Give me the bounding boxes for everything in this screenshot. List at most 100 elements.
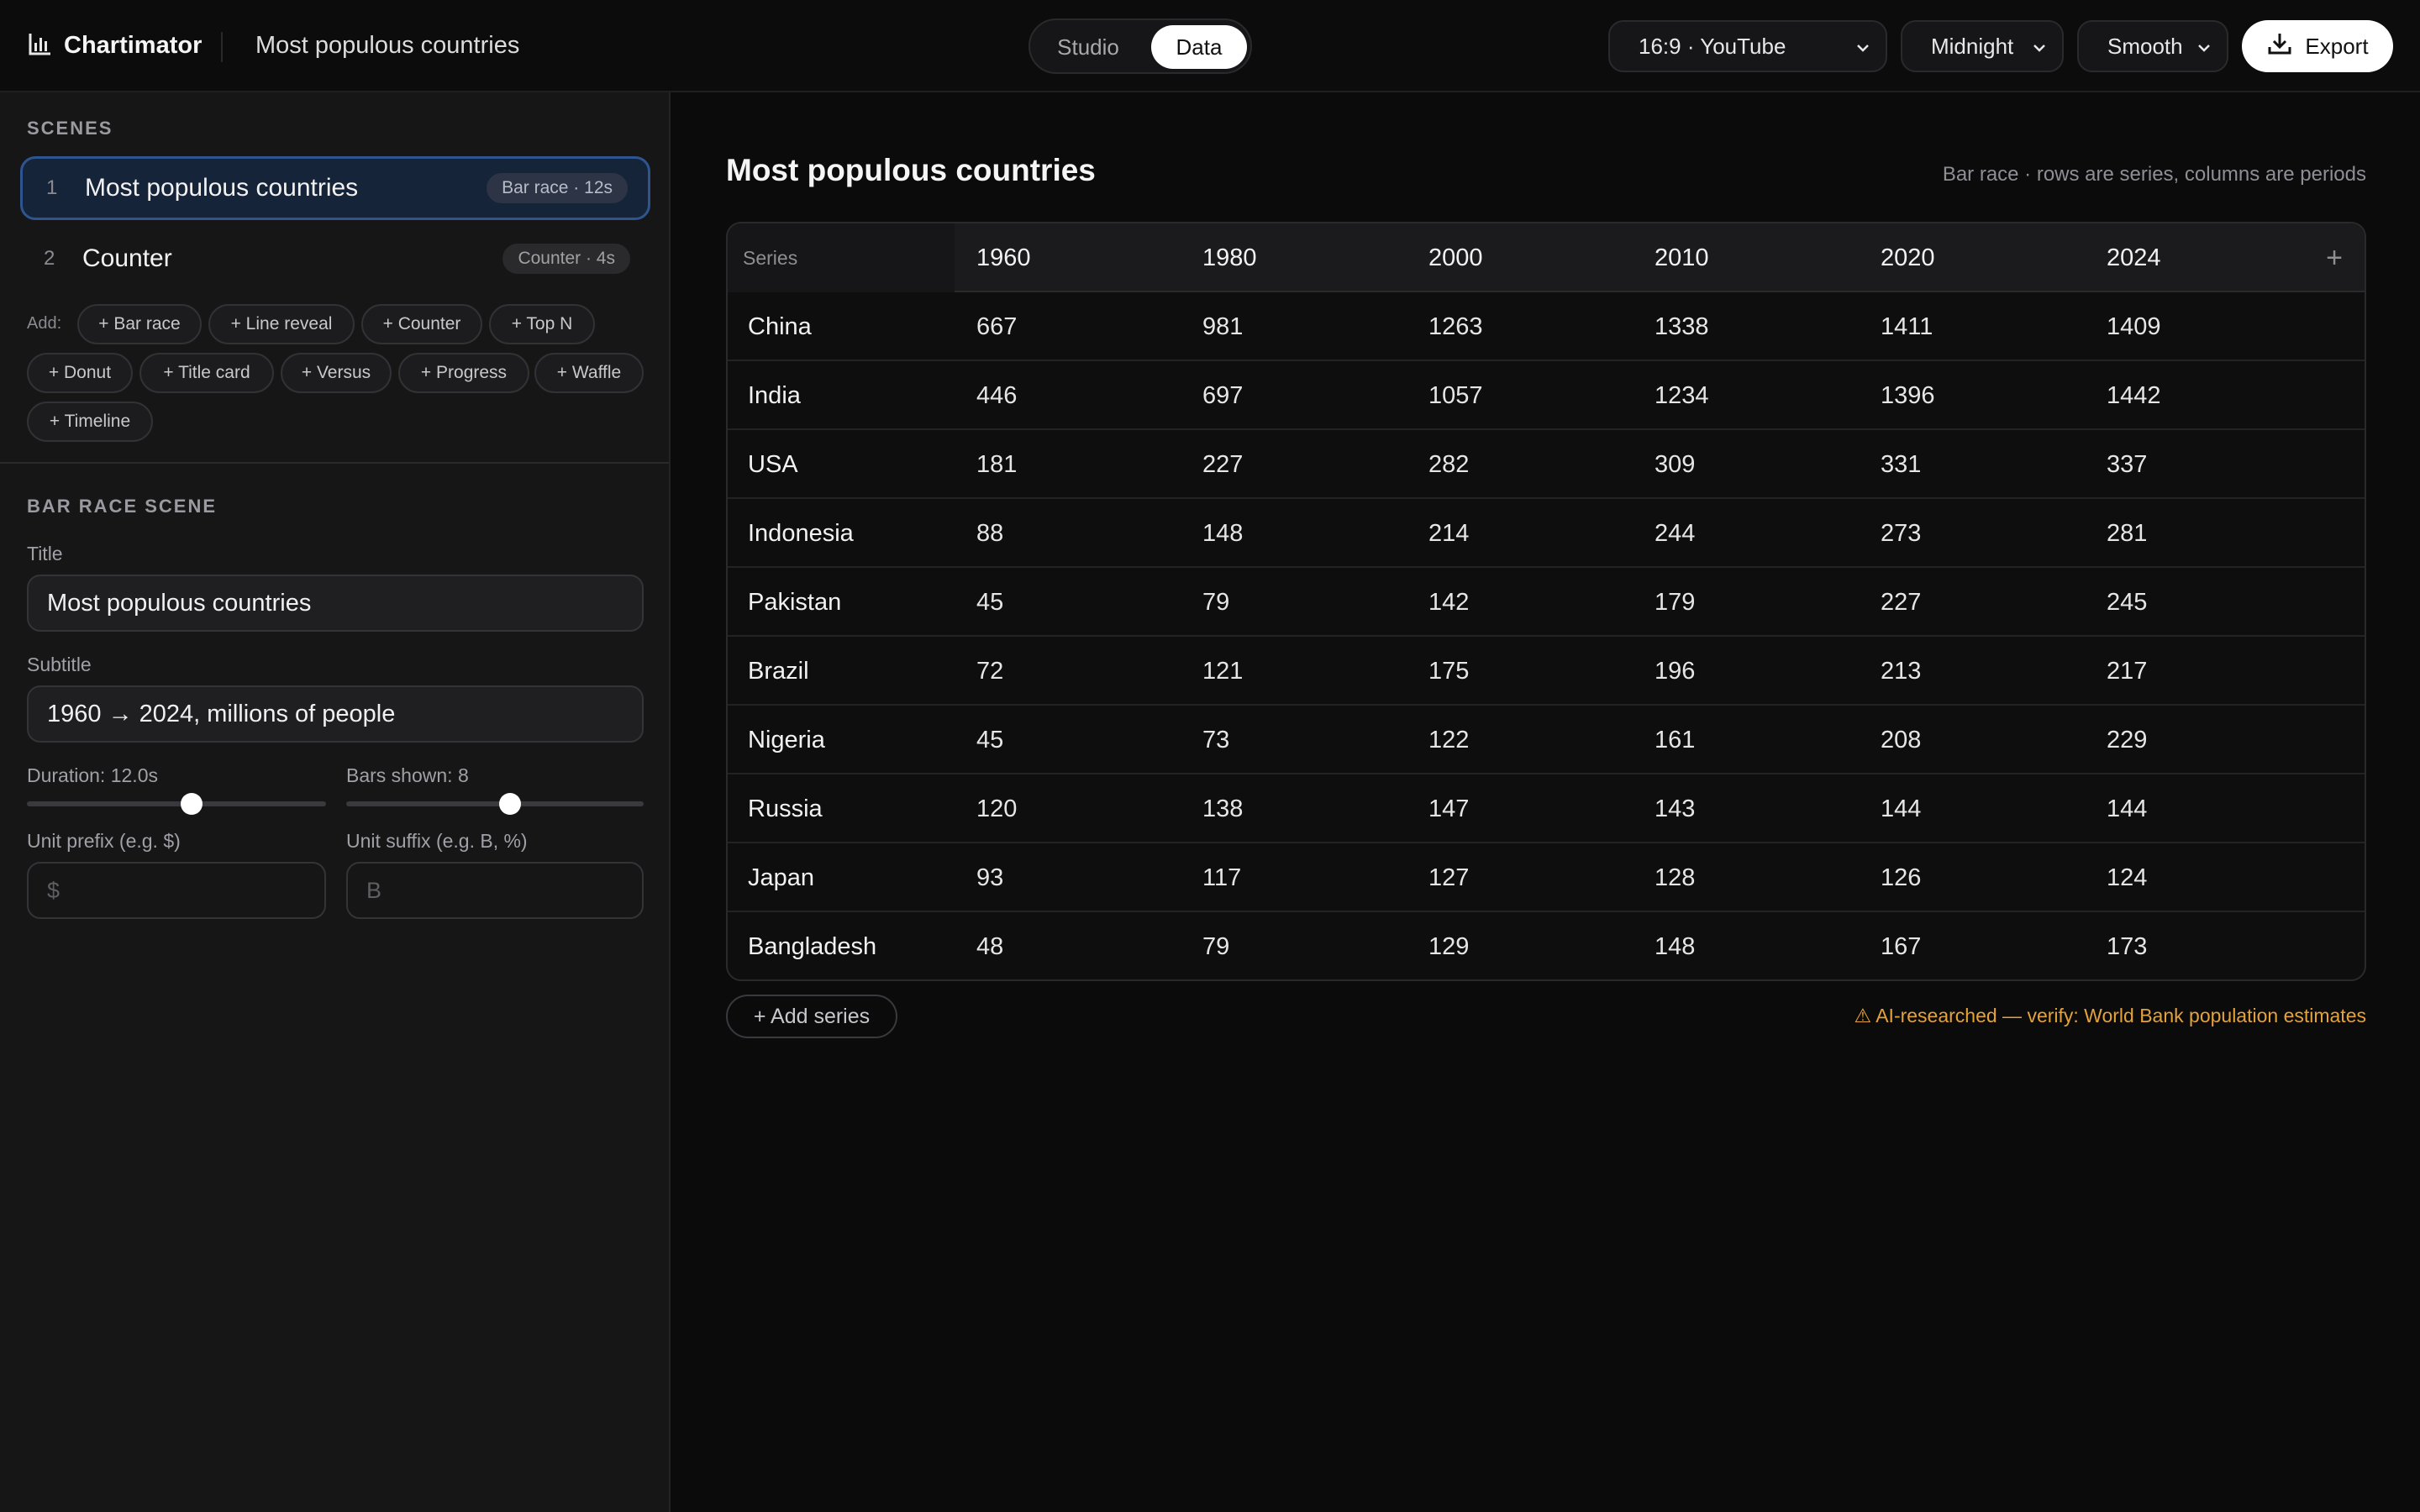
value-cell[interactable]: 1411 (1881, 292, 1933, 361)
scene-item-2[interactable]: 2 Counter Counter · 4s (20, 227, 650, 291)
column-header[interactable]: 1980 (1202, 223, 1257, 292)
value-cell[interactable]: 128 (1655, 843, 1695, 912)
value-cell[interactable]: 227 (1202, 430, 1243, 499)
value-cell[interactable]: 309 (1655, 430, 1695, 499)
value-cell[interactable]: 273 (1881, 499, 1921, 568)
unit-prefix-input[interactable]: $ (27, 862, 326, 919)
value-cell[interactable]: 79 (1202, 568, 1229, 637)
column-header[interactable]: 2024 (2107, 223, 2161, 292)
scene-item-1[interactable]: 1 Most populous countries Bar race · 12s (20, 156, 650, 220)
column-header[interactable]: 2020 (1881, 223, 1935, 292)
value-cell[interactable]: 121 (1202, 637, 1243, 706)
value-cell[interactable]: 45 (976, 568, 1003, 637)
document-title[interactable]: Most populous countries (255, 32, 519, 60)
slider-thumb[interactable] (498, 793, 521, 815)
add-column-button[interactable]: + (2326, 223, 2343, 292)
export-button[interactable]: Export (2242, 20, 2393, 72)
add-scene-chip-waffle[interactable]: + Waffle (534, 353, 644, 393)
value-cell[interactable]: 161 (1655, 706, 1695, 774)
value-cell[interactable]: 213 (1881, 637, 1921, 706)
series-name-cell[interactable]: Indonesia (748, 499, 854, 568)
value-cell[interactable]: 129 (1428, 912, 1469, 979)
column-header[interactable]: 2010 (1655, 223, 1709, 292)
add-scene-chip-top-n[interactable]: + Top N (489, 304, 595, 344)
value-cell[interactable]: 117 (1202, 843, 1241, 912)
value-cell[interactable]: 122 (1428, 706, 1469, 774)
add-scene-chip-versus[interactable]: + Versus (281, 353, 392, 393)
value-cell[interactable]: 48 (976, 912, 1003, 979)
value-cell[interactable]: 72 (976, 637, 1003, 706)
value-cell[interactable]: 1263 (1428, 292, 1483, 361)
series-name-cell[interactable]: Bangladesh (748, 912, 876, 979)
value-cell[interactable]: 179 (1655, 568, 1695, 637)
value-cell[interactable]: 667 (976, 292, 1017, 361)
add-scene-chip-progress[interactable]: + Progress (398, 353, 529, 393)
value-cell[interactable]: 144 (2107, 774, 2147, 843)
series-name-cell[interactable]: USA (748, 430, 798, 499)
value-cell[interactable]: 281 (2107, 499, 2147, 568)
series-name-cell[interactable]: Nigeria (748, 706, 825, 774)
value-cell[interactable]: 337 (2107, 430, 2147, 499)
title-input[interactable]: Most populous countries (27, 575, 644, 632)
value-cell[interactable]: 282 (1428, 430, 1469, 499)
add-scene-chip-title-card[interactable]: + Title card (139, 353, 274, 393)
series-name-cell[interactable]: China (748, 292, 812, 361)
duration-slider[interactable] (27, 793, 326, 815)
theme-select[interactable]: Midnight (1901, 20, 2064, 72)
value-cell[interactable]: 73 (1202, 706, 1229, 774)
value-cell[interactable]: 147 (1428, 774, 1469, 843)
column-header[interactable]: 1960 (976, 223, 1031, 292)
series-name-cell[interactable]: Japan (748, 843, 814, 912)
value-cell[interactable]: 446 (976, 361, 1017, 430)
series-name-cell[interactable]: India (748, 361, 801, 430)
value-cell[interactable]: 245 (2107, 568, 2147, 637)
value-cell[interactable]: 229 (2107, 706, 2147, 774)
brand[interactable]: Chartimator (27, 30, 202, 61)
series-name-cell[interactable]: Brazil (748, 637, 809, 706)
value-cell[interactable]: 173 (2107, 912, 2147, 979)
value-cell[interactable]: 227 (1881, 568, 1921, 637)
value-cell[interactable]: 1396 (1881, 361, 1935, 430)
value-cell[interactable]: 142 (1428, 568, 1469, 637)
value-cell[interactable]: 1442 (2107, 361, 2161, 430)
subtitle-input[interactable]: 1960 → 2024, millions of people (27, 685, 644, 743)
value-cell[interactable]: 127 (1428, 843, 1469, 912)
bars-shown-slider[interactable] (346, 793, 644, 815)
series-name-cell[interactable]: Russia (748, 774, 823, 843)
value-cell[interactable]: 697 (1202, 361, 1243, 430)
column-header[interactable]: 2000 (1428, 223, 1483, 292)
value-cell[interactable]: 244 (1655, 499, 1695, 568)
value-cell[interactable]: 144 (1881, 774, 1921, 843)
add-scene-chip-line-reveal[interactable]: + Line reveal (208, 304, 355, 344)
add-scene-chip-counter[interactable]: + Counter (361, 304, 482, 344)
add-scene-chip-bar-race[interactable]: + Bar race (77, 304, 202, 344)
unit-suffix-input[interactable]: B (346, 862, 644, 919)
value-cell[interactable]: 143 (1655, 774, 1695, 843)
value-cell[interactable]: 124 (2107, 843, 2147, 912)
tab-studio[interactable]: Studio (1035, 25, 1141, 69)
value-cell[interactable]: 1338 (1655, 292, 1709, 361)
value-cell[interactable]: 79 (1202, 912, 1229, 979)
value-cell[interactable]: 331 (1881, 430, 1921, 499)
value-cell[interactable]: 1057 (1428, 361, 1483, 430)
value-cell[interactable]: 126 (1881, 843, 1921, 912)
value-cell[interactable]: 208 (1881, 706, 1921, 774)
format-select[interactable]: 16:9 · YouTube (1608, 20, 1887, 72)
value-cell[interactable]: 196 (1655, 637, 1695, 706)
value-cell[interactable]: 148 (1655, 912, 1695, 979)
value-cell[interactable]: 138 (1202, 774, 1243, 843)
motion-select[interactable]: Smooth (2077, 20, 2228, 72)
add-scene-chip-timeline[interactable]: + Timeline (27, 402, 153, 442)
value-cell[interactable]: 88 (976, 499, 1003, 568)
value-cell[interactable]: 981 (1202, 292, 1243, 361)
series-name-cell[interactable]: Pakistan (748, 568, 841, 637)
value-cell[interactable]: 120 (976, 774, 1017, 843)
tab-data[interactable]: Data (1151, 25, 1247, 69)
value-cell[interactable]: 217 (2107, 637, 2147, 706)
slider-thumb[interactable] (180, 793, 203, 815)
value-cell[interactable]: 1234 (1655, 361, 1709, 430)
value-cell[interactable]: 1409 (2107, 292, 2161, 361)
add-series-button[interactable]: + Add series (726, 995, 897, 1038)
value-cell[interactable]: 214 (1428, 499, 1469, 568)
value-cell[interactable]: 148 (1202, 499, 1243, 568)
